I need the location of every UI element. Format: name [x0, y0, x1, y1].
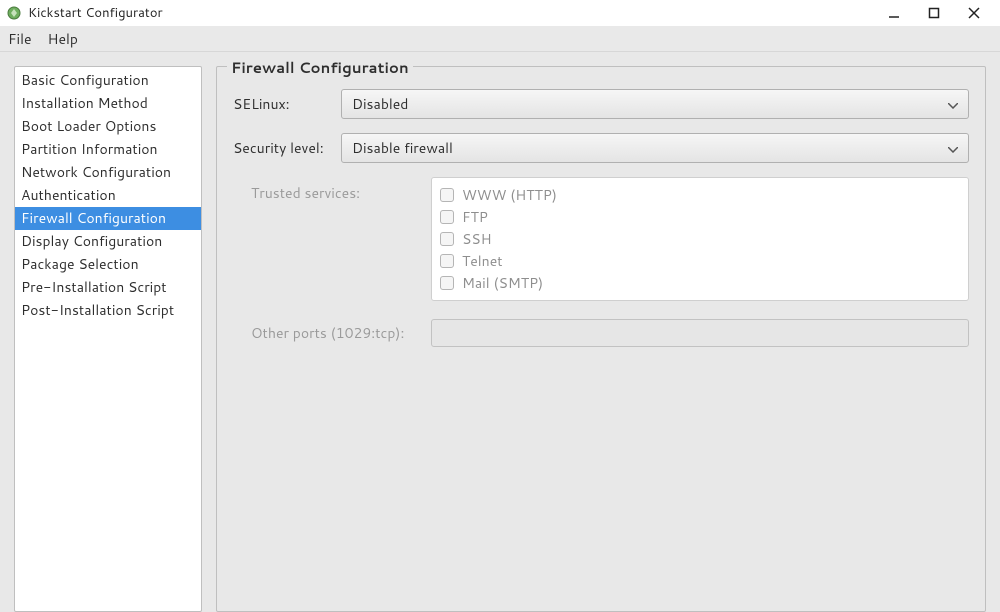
securitylevel-combo[interactable]: Disable firewall	[341, 133, 969, 163]
close-button[interactable]	[954, 0, 994, 26]
trusted-services-section: Trusted services: WWW (HTTP) FTP SSH	[251, 177, 969, 301]
sidebar-item-network-configuration[interactable]: Network Configuration	[15, 161, 201, 184]
app-icon	[6, 5, 22, 21]
sidebar-item-package-selection[interactable]: Package Selection	[15, 253, 201, 276]
trusted-services-label: Trusted services:	[251, 177, 411, 301]
sidebar-item-pre-installation-script[interactable]: Pre-Installation Script	[15, 276, 201, 299]
selinux-label: SELinux:	[233, 94, 341, 114]
window-title: Kickstart Configurator	[28, 4, 163, 22]
menu-file[interactable]: File	[8, 29, 32, 49]
sidebar-item-firewall-configuration[interactable]: Firewall Configuration	[15, 207, 201, 230]
maximize-button[interactable]	[914, 0, 954, 26]
checkbox-icon	[440, 210, 454, 224]
other-ports-input[interactable]	[431, 319, 969, 347]
sidebar-item-boot-loader-options[interactable]: Boot Loader Options	[15, 115, 201, 138]
row-securitylevel: Security level: Disable firewall	[233, 133, 969, 163]
row-selinux: SELinux: Disabled	[233, 89, 969, 119]
menu-help[interactable]: Help	[48, 29, 78, 49]
service-www-http[interactable]: WWW (HTTP)	[440, 184, 960, 206]
sidebar-item-basic-configuration[interactable]: Basic Configuration	[15, 69, 201, 92]
sidebar: Basic Configuration Installation Method …	[14, 66, 202, 612]
sidebar-item-post-installation-script[interactable]: Post-Installation Script	[15, 299, 201, 322]
main-panel: Firewall Configuration SELinux: Disabled…	[216, 66, 1000, 612]
selinux-value: Disabled	[352, 94, 408, 114]
frame-title: Firewall Configuration	[227, 57, 413, 78]
workarea: Basic Configuration Installation Method …	[0, 52, 1000, 612]
checkbox-icon	[440, 254, 454, 268]
service-label: Telnet	[462, 251, 503, 271]
titlebar: Kickstart Configurator	[0, 0, 1000, 26]
minimize-button[interactable]	[874, 0, 914, 26]
chevron-down-icon	[948, 138, 958, 158]
chevron-down-icon	[948, 94, 958, 114]
service-label: SSH	[462, 229, 492, 249]
other-ports-label: Other ports (1029:tcp):	[251, 323, 431, 343]
service-label: WWW (HTTP)	[462, 185, 557, 205]
checkbox-icon	[440, 188, 454, 202]
service-mail-smtp[interactable]: Mail (SMTP)	[440, 272, 960, 294]
securitylevel-value: Disable firewall	[352, 138, 453, 158]
sidebar-item-display-configuration[interactable]: Display Configuration	[15, 230, 201, 253]
trusted-services-box: WWW (HTTP) FTP SSH Telnet	[431, 177, 969, 301]
service-telnet[interactable]: Telnet	[440, 250, 960, 272]
sidebar-item-authentication[interactable]: Authentication	[15, 184, 201, 207]
service-ftp[interactable]: FTP	[440, 206, 960, 228]
sidebar-item-installation-method[interactable]: Installation Method	[15, 92, 201, 115]
other-ports-row: Other ports (1029:tcp):	[251, 319, 969, 347]
checkbox-icon	[440, 232, 454, 246]
service-ssh[interactable]: SSH	[440, 228, 960, 250]
service-label: Mail (SMTP)	[462, 273, 543, 293]
selinux-combo[interactable]: Disabled	[341, 89, 969, 119]
menubar: File Help	[0, 26, 1000, 52]
checkbox-icon	[440, 276, 454, 290]
firewall-frame: Firewall Configuration SELinux: Disabled…	[216, 66, 986, 612]
service-label: FTP	[462, 207, 488, 227]
sidebar-item-partition-information[interactable]: Partition Information	[15, 138, 201, 161]
securitylevel-label: Security level:	[233, 138, 341, 158]
